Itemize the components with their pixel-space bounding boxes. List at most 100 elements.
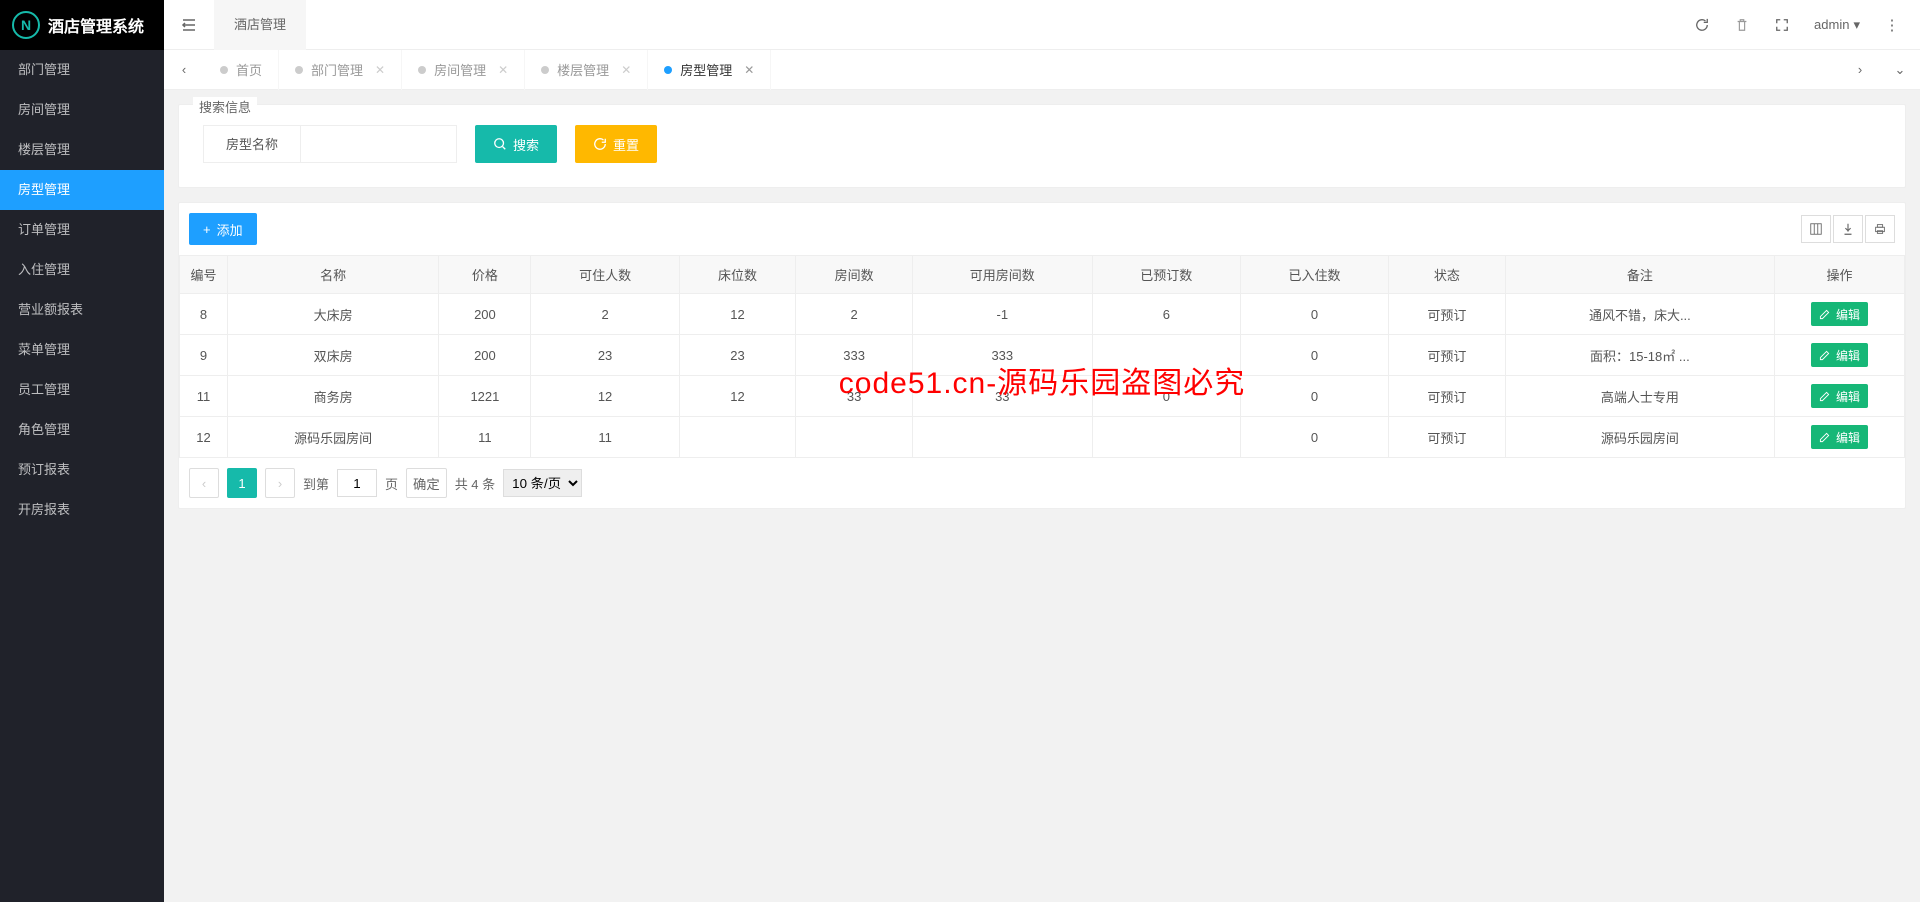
per-page-select[interactable]: 10 条/页 xyxy=(503,469,582,497)
content: 搜索信息 房型名称 搜索 重置 + xyxy=(164,90,1920,902)
cell-status: 可预订 xyxy=(1389,335,1506,376)
cell-avail: 333 xyxy=(912,335,1092,376)
th-action: 操作 xyxy=(1775,256,1905,294)
refresh-icon[interactable] xyxy=(1684,7,1720,43)
tab-home[interactable]: 首页 xyxy=(204,50,279,90)
search-legend: 搜索信息 xyxy=(193,97,257,116)
cell-price: 1221 xyxy=(439,376,531,417)
reset-button[interactable]: 重置 xyxy=(575,125,657,163)
cell-action: 编辑 xyxy=(1775,417,1905,458)
close-icon[interactable]: ✕ xyxy=(744,63,754,77)
cell-booked xyxy=(1092,335,1240,376)
user-menu[interactable]: admin ▾ xyxy=(1804,0,1870,50)
cell-checkedin: 0 xyxy=(1240,335,1388,376)
cell-beds xyxy=(679,417,796,458)
cell-action: 编辑 xyxy=(1775,294,1905,335)
nav-floor[interactable]: 楼层管理 xyxy=(0,130,164,170)
cell-capacity: 11 xyxy=(531,417,679,458)
tab-floor[interactable]: 楼层管理✕ xyxy=(525,50,648,90)
th-avail: 可用房间数 xyxy=(912,256,1092,294)
cell-booked: 6 xyxy=(1092,294,1240,335)
cell-capacity: 2 xyxy=(531,294,679,335)
th-id: 编号 xyxy=(180,256,228,294)
search-button[interactable]: 搜索 xyxy=(475,125,557,163)
data-table: 编号 名称 价格 可住人数 床位数 房间数 可用房间数 已预订数 已入住数 状态… xyxy=(179,255,1905,458)
th-beds: 床位数 xyxy=(679,256,796,294)
nav-order[interactable]: 订单管理 xyxy=(0,210,164,250)
cell-remark: 源码乐园房间 xyxy=(1505,417,1774,458)
fullscreen-icon[interactable] xyxy=(1764,7,1800,43)
main: 酒店管理 admin ▾ ⋮ ‹ xyxy=(164,0,1920,902)
nav-room[interactable]: 房间管理 xyxy=(0,90,164,130)
cell-rooms xyxy=(796,417,913,458)
cell-price: 200 xyxy=(439,335,531,376)
menu-toggle-icon[interactable] xyxy=(164,0,214,50)
nav-booking-report[interactable]: 预订报表 xyxy=(0,450,164,490)
page-prev[interactable]: ‹ xyxy=(189,468,219,498)
cell-price: 200 xyxy=(439,294,531,335)
cell-avail: 33 xyxy=(912,376,1092,417)
export-icon[interactable] xyxy=(1833,215,1863,243)
cell-checkedin: 0 xyxy=(1240,376,1388,417)
trash-icon[interactable] xyxy=(1724,7,1760,43)
nav-checkin[interactable]: 入住管理 xyxy=(0,250,164,290)
page-input[interactable] xyxy=(337,469,377,497)
search-input[interactable] xyxy=(301,125,457,163)
cell-capacity: 12 xyxy=(531,376,679,417)
nav-role[interactable]: 角色管理 xyxy=(0,410,164,450)
cell-remark: 面积：15-18㎡ ... xyxy=(1505,335,1774,376)
tab-department[interactable]: 部门管理✕ xyxy=(279,50,402,90)
table-row: 11商务房12211212333300可预订高端人士专用 编辑 xyxy=(180,376,1905,417)
logo-icon: N xyxy=(12,11,40,39)
cell-id: 12 xyxy=(180,417,228,458)
th-booked: 已预订数 xyxy=(1092,256,1240,294)
cell-rooms: 333 xyxy=(796,335,913,376)
th-rooms: 房间数 xyxy=(796,256,913,294)
tab-room[interactable]: 房间管理✕ xyxy=(402,50,525,90)
edit-button[interactable]: 编辑 xyxy=(1811,302,1868,326)
chevron-down-icon: ▾ xyxy=(1853,17,1860,33)
cell-status: 可预订 xyxy=(1389,417,1506,458)
tab-prev-icon[interactable]: ‹ xyxy=(164,50,204,90)
edit-button[interactable]: 编辑 xyxy=(1811,343,1868,367)
cell-beds: 12 xyxy=(679,376,796,417)
cell-booked: 0 xyxy=(1092,376,1240,417)
nav-menu[interactable]: 菜单管理 xyxy=(0,330,164,370)
tab-roomtype[interactable]: 房型管理✕ xyxy=(648,50,771,90)
page-next[interactable]: › xyxy=(265,468,295,498)
cell-status: 可预订 xyxy=(1389,376,1506,417)
nav-department[interactable]: 部门管理 xyxy=(0,50,164,90)
nav-revenue[interactable]: 营业额报表 xyxy=(0,290,164,330)
nav-open-report[interactable]: 开房报表 xyxy=(0,490,164,530)
table-row: 9双床房20023233333330可预订面积：15-18㎡ ... 编辑 xyxy=(180,335,1905,376)
cell-checkedin: 0 xyxy=(1240,417,1388,458)
plus-icon: + xyxy=(203,222,211,237)
close-icon[interactable]: ✕ xyxy=(498,63,508,77)
cell-action: 编辑 xyxy=(1775,335,1905,376)
table-row: 12源码乐园房间11110可预订源码乐园房间 编辑 xyxy=(180,417,1905,458)
edit-button[interactable]: 编辑 xyxy=(1811,384,1868,408)
edit-button[interactable]: 编辑 xyxy=(1811,425,1868,449)
more-icon[interactable]: ⋮ xyxy=(1874,7,1910,43)
cell-id: 11 xyxy=(180,376,228,417)
nav: 部门管理 房间管理 楼层管理 房型管理 订单管理 入住管理 营业额报表 菜单管理… xyxy=(0,50,164,530)
cell-remark: 通风不错，床大... xyxy=(1505,294,1774,335)
cell-rooms: 33 xyxy=(796,376,913,417)
page-confirm[interactable]: 确定 xyxy=(406,468,447,498)
add-button[interactable]: + 添加 xyxy=(189,213,257,245)
tab-dropdown-icon[interactable]: ⌄ xyxy=(1880,50,1920,90)
page-total: 共 4 条 xyxy=(455,474,495,493)
nav-employee[interactable]: 员工管理 xyxy=(0,370,164,410)
user-name: admin xyxy=(1814,17,1849,32)
close-icon[interactable]: ✕ xyxy=(621,63,631,77)
page-1[interactable]: 1 xyxy=(227,468,257,498)
close-icon[interactable]: ✕ xyxy=(375,63,385,77)
tab-next-icon[interactable]: › xyxy=(1840,50,1880,90)
cell-id: 9 xyxy=(180,335,228,376)
cell-booked xyxy=(1092,417,1240,458)
page-unit: 页 xyxy=(385,474,398,493)
print-icon[interactable] xyxy=(1865,215,1895,243)
nav-roomtype[interactable]: 房型管理 xyxy=(0,170,164,210)
cell-action: 编辑 xyxy=(1775,376,1905,417)
columns-icon[interactable] xyxy=(1801,215,1831,243)
